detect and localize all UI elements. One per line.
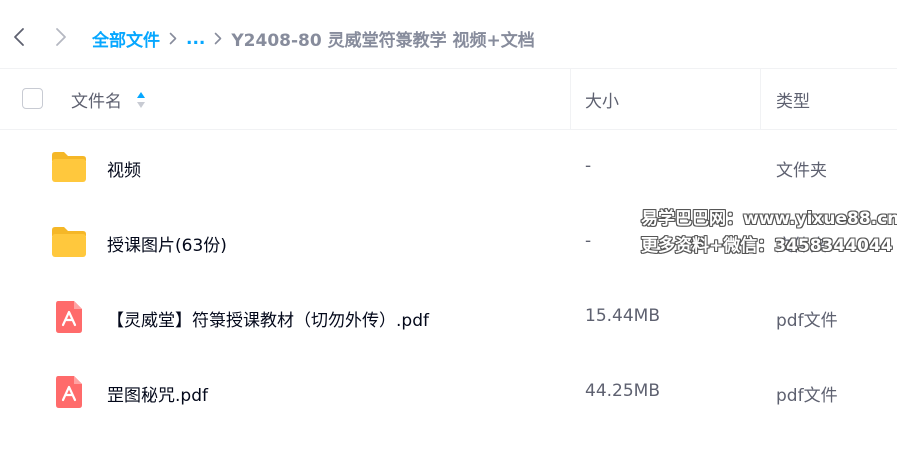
column-divider[interactable]: [760, 69, 761, 129]
pdf-icon: [50, 375, 88, 409]
table-row[interactable]: 罡图秘咒.pdf 44.25MB pdf文件: [0, 355, 897, 430]
table-header: 文件名 大小 类型: [0, 68, 897, 130]
watermark-line-2: 更多资料+微信：3458344044: [641, 236, 893, 256]
select-all-checkbox[interactable]: [22, 88, 43, 109]
file-type: pdf文件: [776, 311, 838, 331]
table-row[interactable]: 【灵威堂】符箓授课教材（切勿外传）.pdf 15.44MB pdf文件: [0, 280, 897, 355]
watermark: 易学巴巴网：www.yixue88.cn 更多资料+微信：3458344044: [641, 206, 897, 260]
file-size: 15.44MB: [585, 306, 660, 326]
file-name[interactable]: 授课图片(63份): [107, 231, 227, 256]
file-type: pdf文件: [776, 386, 838, 406]
file-name[interactable]: 罡图秘咒.pdf: [107, 381, 208, 406]
back-button[interactable]: [9, 24, 29, 50]
column-header-name[interactable]: 文件名: [71, 87, 146, 112]
file-name[interactable]: 视频: [107, 156, 141, 181]
file-size: -: [585, 231, 592, 251]
column-header-size[interactable]: 大小: [585, 87, 619, 112]
file-size: -: [585, 156, 592, 176]
file-type: 文件夹: [776, 161, 827, 181]
breadcrumb: 全部文件 ... Y2408-80 灵威堂符箓教学 视频+文档: [92, 26, 535, 52]
column-header-type[interactable]: 类型: [776, 87, 810, 112]
breadcrumb-current: Y2408-80 灵威堂符箓教学 视频+文档: [231, 31, 535, 51]
forward-button[interactable]: [51, 24, 71, 50]
chevron-left-icon: [14, 28, 24, 46]
column-divider[interactable]: [570, 69, 571, 129]
chevron-right-icon: [56, 28, 66, 46]
watermark-line-1: 易学巴巴网：www.yixue88.cn: [641, 209, 897, 229]
column-header-name-label: 文件名: [71, 92, 122, 112]
breadcrumb-separator-icon: [207, 29, 229, 49]
top-bar: 全部文件 ... Y2408-80 灵威堂符箓教学 视频+文档: [0, 0, 897, 68]
folder-icon: [50, 150, 88, 184]
table-row[interactable]: 视频 - 文件夹: [0, 130, 897, 205]
pdf-icon: [50, 300, 88, 334]
breadcrumb-root[interactable]: 全部文件: [92, 26, 160, 51]
breadcrumb-separator-icon: [162, 29, 184, 49]
file-size: 44.25MB: [585, 381, 660, 401]
file-name[interactable]: 【灵威堂】符箓授课教材（切勿外传）.pdf: [107, 306, 429, 331]
sort-icon[interactable]: [136, 91, 146, 109]
folder-icon: [50, 225, 88, 259]
breadcrumb-ellipsis[interactable]: ...: [186, 29, 205, 49]
